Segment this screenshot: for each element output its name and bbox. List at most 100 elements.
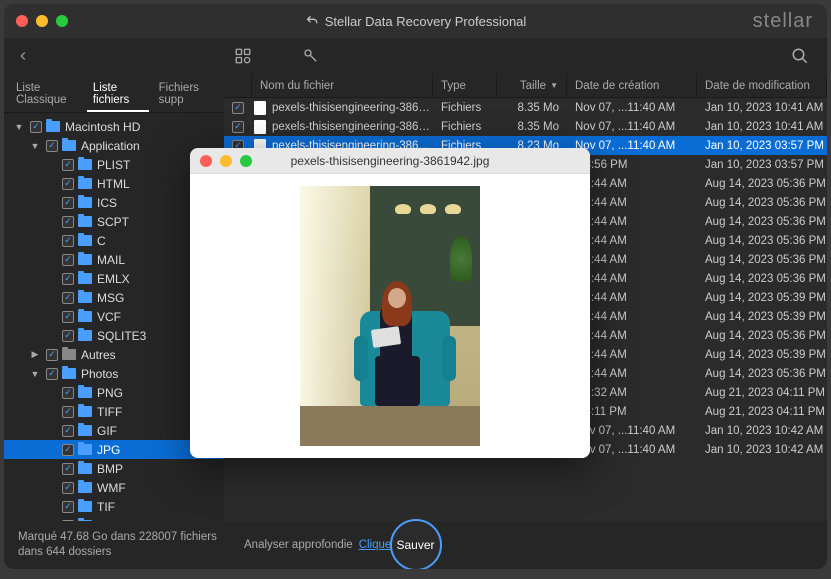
brand-logo: stellar [753, 10, 813, 33]
checkbox[interactable]: ✓ [30, 121, 42, 133]
checkbox[interactable]: ✓ [62, 482, 74, 494]
preview-image [300, 186, 480, 446]
file-modified: Jan 10, 2023 10:42 AM [697, 444, 827, 456]
tree-label: JPG [97, 443, 120, 457]
file-modified: Jan 10, 2023 03:57 PM [697, 159, 827, 171]
preview-filename: pexels-thisisengineering-3861942.jpg [291, 154, 490, 168]
preview-minimize-icon[interactable] [220, 155, 232, 167]
tab-files[interactable]: Liste fichiers [87, 78, 149, 112]
checkbox[interactable]: ✓ [46, 140, 58, 152]
folder-icon [78, 178, 92, 189]
folder-icon [78, 463, 92, 474]
tree-label: Autres [81, 348, 116, 362]
maximize-icon[interactable] [56, 15, 68, 27]
grid-toggle-icon[interactable] [234, 47, 252, 65]
tree-label: MAIL [97, 253, 125, 267]
checkbox[interactable]: ✓ [62, 330, 74, 342]
deep-scan-label: Analyser approfondie [244, 539, 353, 551]
folder-icon [78, 501, 92, 512]
disclosure-icon[interactable]: ▼ [28, 369, 42, 379]
tree-label: MSG [97, 291, 124, 305]
col-size[interactable]: Taille▼ [497, 74, 567, 97]
file-modified: Aug 14, 2023 05:36 PM [697, 368, 827, 380]
folder-icon [78, 425, 92, 436]
back-button[interactable] [16, 49, 30, 63]
file-modified: Aug 14, 2023 05:36 PM [697, 254, 827, 266]
save-button[interactable]: Sauver [390, 519, 442, 569]
file-modified: Aug 14, 2023 05:36 PM [697, 235, 827, 247]
close-icon[interactable] [16, 15, 28, 27]
checkbox[interactable]: ✓ [62, 444, 74, 456]
tree-label: C [97, 234, 106, 248]
checkbox[interactable]: ✓ [62, 406, 74, 418]
tree-label: VCF [97, 310, 121, 324]
folder-icon [62, 368, 76, 379]
checkbox[interactable]: ✓ [62, 273, 74, 285]
checkbox[interactable]: ✓ [62, 197, 74, 209]
tree-label: SQLITE3 [97, 329, 146, 343]
checkbox[interactable]: ✓ [62, 292, 74, 304]
tab-classic[interactable]: Liste Classique [10, 78, 83, 112]
file-row[interactable]: ✓ pexels-thisisengineering-3861958.jpg F… [224, 117, 827, 136]
checkbox[interactable]: ✓ [62, 235, 74, 247]
file-icon [254, 101, 266, 115]
tree-item[interactable]: ✓ WMF [4, 478, 224, 497]
checkbox[interactable]: ✓ [62, 178, 74, 190]
disclosure-icon[interactable]: ▼ [12, 122, 26, 132]
preview-close-icon[interactable] [200, 155, 212, 167]
tree-label: Application [81, 139, 140, 153]
tree-label: GIF [97, 424, 117, 438]
file-modified: Jan 10, 2023 10:41 AM [697, 121, 827, 133]
tree-item[interactable]: ✓ BMP [4, 459, 224, 478]
file-row[interactable]: ✓ pexels-thisisengineering-3861958.jpg F… [224, 98, 827, 117]
tree-label: TIFF [97, 405, 122, 419]
minimize-icon[interactable] [36, 15, 48, 27]
folder-icon [78, 292, 92, 303]
tree-item[interactable]: ✓ TIF [4, 497, 224, 516]
col-type[interactable]: Type [433, 74, 497, 97]
checkbox[interactable]: ✓ [62, 387, 74, 399]
checkbox[interactable]: ✓ [232, 121, 244, 133]
folder-icon [62, 140, 76, 151]
checkbox[interactable]: ✓ [62, 216, 74, 228]
checkbox[interactable]: ✓ [62, 463, 74, 475]
col-created[interactable]: Date de création [567, 74, 697, 97]
file-size: 8.35 Mo [497, 121, 567, 133]
file-modified: Aug 21, 2023 04:11 PM [697, 387, 827, 399]
file-modified: Aug 14, 2023 05:36 PM [697, 197, 827, 209]
checkbox[interactable]: ✓ [232, 102, 244, 114]
col-name[interactable]: Nom du fichier [252, 74, 433, 97]
file-created: Nov 07, ...11:40 AM [567, 121, 697, 133]
checkbox[interactable]: ✓ [62, 501, 74, 513]
tree-label: BMP [97, 462, 123, 476]
preview-maximize-icon[interactable] [240, 155, 252, 167]
checkbox[interactable]: ✓ [62, 311, 74, 323]
col-modified[interactable]: Date de modification [697, 74, 827, 97]
toolbar [4, 38, 827, 74]
tools-icon[interactable] [302, 47, 320, 65]
file-modified: Aug 14, 2023 05:39 PM [697, 311, 827, 323]
preview-window[interactable]: pexels-thisisengineering-3861942.jpg [190, 148, 590, 458]
sidebar-tabs: Liste Classique Liste fichiers Fichiers … [4, 74, 224, 113]
search-icon[interactable] [791, 47, 809, 65]
folder-icon [46, 121, 60, 132]
checkbox[interactable]: ✓ [46, 368, 58, 380]
folder-icon [78, 444, 92, 455]
tree-label: SCPT [97, 215, 129, 229]
disclosure-icon[interactable]: ▶ [28, 349, 42, 360]
checkbox[interactable]: ✓ [62, 159, 74, 171]
checkbox[interactable]: ✓ [62, 425, 74, 437]
checkbox[interactable]: ✓ [46, 349, 58, 361]
tree-item[interactable]: ▼ ✓ Macintosh HD [4, 117, 224, 136]
disclosure-icon[interactable]: ▼ [28, 141, 42, 151]
file-modified: Aug 14, 2023 05:36 PM [697, 273, 827, 285]
file-size: 8.35 Mo [497, 102, 567, 114]
window-title: Stellar Data Recovery Professional [305, 14, 527, 29]
file-modified: Aug 14, 2023 05:39 PM [697, 292, 827, 304]
folder-icon [78, 330, 92, 341]
preview-body [190, 174, 590, 458]
tab-supp[interactable]: Fichiers supp [153, 78, 218, 112]
col-check[interactable] [224, 74, 252, 97]
checkbox[interactable]: ✓ [62, 254, 74, 266]
file-modified: Aug 14, 2023 05:39 PM [697, 349, 827, 361]
